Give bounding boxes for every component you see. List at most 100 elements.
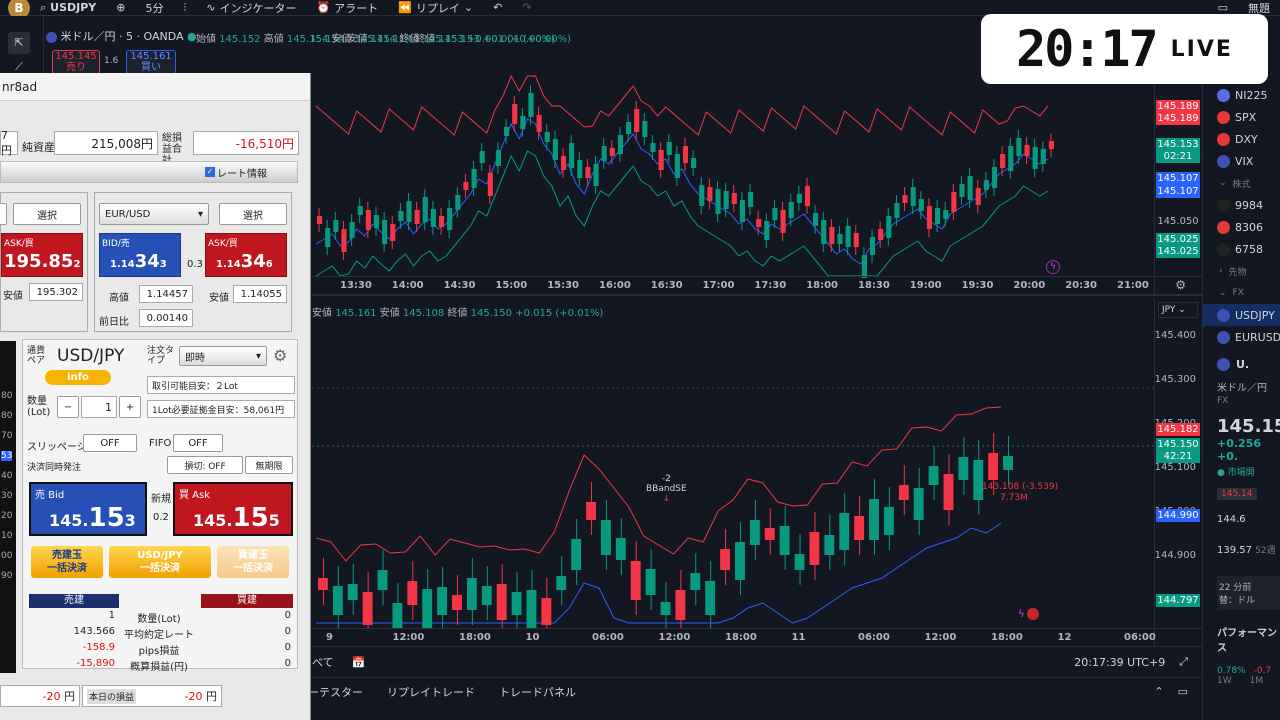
qty-plus-button[interactable]: + [119, 396, 141, 418]
calendar-icon[interactable]: 📅 [352, 656, 366, 669]
watchlist-item[interactable]: 6758 [1203, 238, 1280, 260]
settings-icon[interactable]: ⚙ [1175, 278, 1186, 292]
candle [779, 526, 790, 555]
order-type-select[interactable]: 即時 ▾ [179, 346, 267, 366]
flag-icon [46, 31, 57, 43]
date-range-all[interactable]: べて [312, 654, 334, 670]
tab-replay-trade[interactable]: リプレイトレード [387, 684, 475, 700]
qty-minus-button[interactable]: − [57, 396, 79, 418]
sell-bid-button[interactable]: 売 Bid 145.153 [29, 482, 147, 536]
layout-button[interactable]: ▭ [1208, 1, 1238, 14]
fifo-toggle[interactable]: OFF [173, 434, 223, 452]
cursor-icon[interactable]: ⇱ [8, 32, 30, 54]
bid-box-eurusd[interactable]: BID/売 1.14343 [99, 233, 181, 277]
trendline-icon[interactable]: ⟋ [8, 60, 30, 74]
chevron-down-icon: ▾ [197, 208, 203, 220]
axis-label: 145.300 [1154, 374, 1196, 385]
table-cell: 1 [108, 610, 115, 621]
interval-button[interactable]: 5分 [136, 0, 174, 16]
candle [1024, 145, 1030, 156]
time-tick: 18:00 [725, 632, 757, 643]
redo-button[interactable]: ↷ [512, 1, 541, 14]
candle [447, 208, 453, 230]
ohlc-values-bottom: 安値 145.161 安値 145.108 終値 145.150 +0.015 … [312, 308, 604, 319]
candle [918, 199, 924, 211]
section-stocks[interactable]: ⌄ 株式 [1203, 172, 1280, 194]
ask-box-eurusd[interactable]: ASK/買 1.14346 [205, 233, 287, 277]
rate-info-bar[interactable]: ✓ レート情報 [0, 161, 298, 183]
symbol-logo-icon [1217, 330, 1230, 344]
depth-value: 90 [1, 571, 13, 581]
candle [544, 132, 550, 142]
watchlist-item[interactable]: VIX [1203, 150, 1280, 172]
candle [615, 538, 626, 560]
time-axis-top[interactable]: 13:30 14:00 14:30 15:00 15:30 16:00 16:30 17:00… [312, 276, 1202, 294]
close-pair-positions-button[interactable]: USD/JPY 一括決済 [109, 546, 211, 578]
timestamp[interactable]: 20:17:39 UTC+9 [1074, 656, 1165, 669]
symbol-search[interactable]: ⌕ USDJPY [30, 1, 106, 15]
tab-strategy-tester[interactable]: ーテスター [308, 684, 363, 700]
qty-input[interactable]: 1 [81, 396, 117, 418]
watchlist-item[interactable]: EURUSD [1203, 326, 1280, 348]
settings-icon[interactable]: ⚙ [273, 346, 287, 365]
price-tag: 144.990 [1156, 509, 1200, 522]
watchlist-item[interactable]: 8306 [1203, 216, 1280, 238]
indicators-button[interactable]: ∿ インジケーター [196, 0, 306, 16]
lightning-icon[interactable]: ϟ [1046, 260, 1060, 274]
candle [824, 535, 835, 555]
time-tick: 14:30 [443, 280, 476, 291]
chart-symbol-title[interactable]: 米ドル／円 · 5 · OANDA ● [46, 28, 197, 44]
select-button-1[interactable]: 選択 [13, 203, 81, 225]
currency-select[interactable]: JPY ⌄ [1158, 302, 1198, 318]
candle [495, 150, 502, 166]
section-fx[interactable]: ⌄ FX [1203, 282, 1280, 304]
watchlist-item[interactable]: NI225 [1203, 84, 1280, 106]
fullscreen-icon[interactable]: ⤢ [1179, 655, 1188, 669]
price-tag: 145.182 [1156, 423, 1200, 436]
tab-trade-panel[interactable]: トレードパネル [499, 684, 576, 700]
section-futures[interactable]: › 先物 [1203, 260, 1280, 282]
slippage-toggle[interactable]: OFF [83, 434, 137, 452]
candle [943, 210, 949, 219]
candle [1016, 138, 1022, 156]
event-icons[interactable]: ϟ [1018, 608, 1039, 620]
select-button-2[interactable]: 選択 [219, 203, 287, 225]
candle [658, 150, 664, 170]
collapse-icon[interactable]: ⌃ [1154, 685, 1163, 698]
maximize-icon[interactable]: ▭ [1178, 685, 1188, 698]
candle [452, 595, 462, 610]
close-sell-positions-button[interactable]: 売建玉 一括決済 [31, 546, 103, 578]
chart-pane-bottom[interactable]: 安値 145.161 安値 145.108 終値 145.150 +0.015 … [312, 298, 1202, 646]
table-cell: 0 [284, 610, 291, 621]
info-button[interactable]: info [45, 370, 111, 385]
buy-ask-button[interactable]: 買 Ask 145.155 [173, 482, 293, 536]
buy-button-top[interactable]: 145.161 買い [126, 50, 176, 74]
undo-button[interactable]: ↶ [483, 1, 512, 14]
expiry-button[interactable]: 無期限 [245, 456, 293, 474]
compare-button[interactable]: ⊕ [106, 1, 135, 14]
time-tick: 14:00 [391, 280, 424, 291]
depth-value: 53 [1, 451, 13, 461]
stoploss-button[interactable]: 損切: OFF [167, 456, 243, 474]
time-tick: 19:00 [909, 280, 942, 291]
moving-average [315, 118, 1049, 265]
rate-info-checkbox[interactable]: ✓ [205, 167, 215, 177]
sell-button-top[interactable]: 145.145 売り [52, 50, 100, 74]
table-cell: 数量(Lot) [137, 614, 181, 625]
close-buy-positions-button[interactable]: 買建玉 一括決済 [217, 546, 289, 578]
candle [601, 146, 607, 161]
candle [347, 584, 358, 600]
candle [407, 581, 418, 605]
replay-button[interactable]: ⏪ リプレイ ⌄ [388, 0, 483, 16]
price-tag: 145.189 [1156, 112, 1200, 125]
watchlist-item[interactable]: DXY [1203, 128, 1280, 150]
annotation-price: 143.108 (-3.539) 7.73M [982, 482, 1059, 503]
watchlist-item[interactable]: USDJPY [1203, 304, 1280, 326]
watchlist-item[interactable]: 9984 [1203, 194, 1280, 216]
chart-type-button[interactable]: ⫶ [174, 1, 197, 15]
alert-button[interactable]: ⏰ アラート [306, 0, 388, 16]
ask-box-1[interactable]: ASK/買 195.852 [1, 233, 83, 277]
watchlist-item[interactable]: SPX [1203, 106, 1280, 128]
time-axis-bottom[interactable]: 9 12:00 18:00 10 06:00 12:00 18:00 11 06:00 12:00… [312, 628, 1202, 646]
pair-select-eurusd[interactable]: EUR/USD ▾ [99, 203, 209, 225]
